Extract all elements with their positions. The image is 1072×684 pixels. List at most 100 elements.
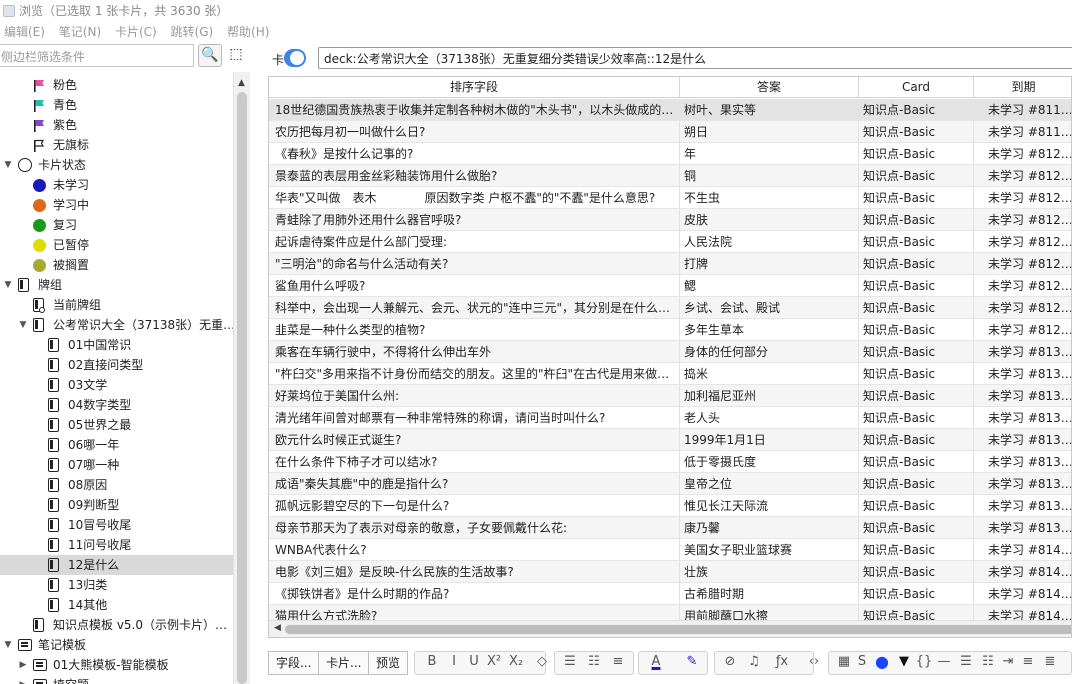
sidebar-item[interactable]: 14其他 <box>0 595 233 615</box>
cards-button[interactable]: 卡片... <box>318 651 370 675</box>
eraser-icon[interactable]: ◇ <box>532 651 552 675</box>
table-row[interactable]: 好莱坞位于美国什么州: 加利福尼亚州 知识点-Basic 未学习 #81352 <box>269 385 1071 407</box>
sidebar-item[interactable]: 03文学 <box>0 375 233 395</box>
sidebar-search-input[interactable]: 侧边栏筛选条件 <box>0 44 194 67</box>
table-row[interactable]: 母亲节那天为了表示对母亲的敬意，子女要佩戴什么花: 康乃馨 知识点-Basic 未学习… <box>269 517 1071 539</box>
chevron-down-icon[interactable]: ▼ <box>18 315 28 335</box>
table-scroll-thumb[interactable] <box>285 625 1071 634</box>
column-answer[interactable]: 答案 <box>680 77 859 98</box>
sidebar-item[interactable]: 04数字类型 <box>0 395 233 415</box>
chevron-right-icon[interactable]: ▶ <box>18 655 28 675</box>
color-dot-icon[interactable]: ● <box>872 651 892 675</box>
preview-button[interactable]: 预览 <box>368 651 409 675</box>
sidebar-item[interactable]: 紫色 <box>0 115 233 135</box>
menu-cards[interactable]: 卡片(C) <box>111 20 163 40</box>
table-horizontal-scrollbar[interactable]: ◀ <box>269 620 1071 637</box>
numbered-list-icon[interactable]: ☷ <box>584 651 604 675</box>
sidebar-scroll-thumb[interactable] <box>237 92 247 684</box>
chevron-down-icon[interactable]: ▼ <box>3 275 13 295</box>
column-due[interactable]: 到期 <box>974 77 1071 98</box>
bold-icon[interactable]: B <box>422 651 442 675</box>
sidebar-item[interactable]: 无旗标 <box>0 135 233 155</box>
table-row[interactable]: "三明治"的命名与什么活动有关? 打牌 知识点-Basic 未学习 #81274 <box>269 253 1071 275</box>
sidebar-item[interactable]: 学习中 <box>0 195 233 215</box>
table-row[interactable]: 《掷铁饼者》是什么时期的作品? 古希腊时期 知识点-Basic 未学习 #81428 <box>269 583 1071 605</box>
record-icon[interactable]: ♫ <box>744 651 764 675</box>
sidebar-item[interactable]: 12是什么 <box>0 555 233 575</box>
chevron-down-icon[interactable]: ▼ <box>3 155 13 175</box>
sidebar-item[interactable]: 已暂停 <box>0 235 233 255</box>
menu-notes[interactable]: 笔记(N) <box>55 20 107 40</box>
triangle-icon[interactable]: ▼ <box>894 651 914 675</box>
indent-icon[interactable]: ⇥ <box>998 651 1018 675</box>
search-icon[interactable]: 🔍 <box>198 44 222 67</box>
sidebar-item[interactable]: ▼ 公考常识大全（37138张）无重… <box>0 315 233 335</box>
sidebar-item[interactable]: 未学习 <box>0 175 233 195</box>
table-row[interactable]: "杵臼交"多用来指不计身份而结交的朋友。这里的"杵臼"在古代是用来做什… 捣米 知识… <box>269 363 1071 385</box>
fields-button[interactable]: 字段... <box>268 651 320 675</box>
math-icon[interactable]: ƒx <box>772 651 792 675</box>
bullet-list-icon[interactable]: ☰ <box>560 651 580 675</box>
menu-help[interactable]: 帮助(H) <box>223 20 275 40</box>
html-icon[interactable]: ‹› <box>804 651 824 675</box>
sidebar-scrollbar[interactable]: ▲ <box>233 72 250 684</box>
sidebar-item[interactable]: 08原因 <box>0 475 233 495</box>
sidebar-item[interactable]: 07哪一种 <box>0 455 233 475</box>
sidebar-item[interactable]: 09判断型 <box>0 495 233 515</box>
table-row[interactable]: 18世纪德国贵族热衷于收集并定制各种树木做的"木头书"，以木头做成的… 树叶、果实… <box>269 99 1071 121</box>
sidebar-item[interactable]: 复习 <box>0 215 233 235</box>
justify-icon[interactable]: ≣ <box>1040 651 1060 675</box>
menu-edit[interactable]: 编辑(E) <box>0 20 51 40</box>
table-row[interactable]: 韭菜是一种什么类型的植物? 多年生草本 知识点-Basic 未学习 #81284 <box>269 319 1071 341</box>
sidebar-item[interactable]: 11问号收尾 <box>0 535 233 555</box>
table-row[interactable]: 科举中，会出现一人兼解元、会元、状元的"连中三元"，其分别是在什么… 乡试、会试、… <box>269 297 1071 319</box>
braces-icon[interactable]: {} <box>914 651 934 675</box>
align-icon[interactable]: ≡ <box>608 651 628 675</box>
sidebar-item[interactable]: 05世界之最 <box>0 415 233 435</box>
sidebar-item[interactable]: 被搁置 <box>0 255 233 275</box>
table-row[interactable]: 华表"又叫做 表木 原因数字类 户枢不蠹"的"不蠹"是什么意思? 不生虫 知识点-B… <box>269 187 1071 209</box>
text-color-icon[interactable]: A <box>646 651 666 675</box>
sidebar-item[interactable]: 01中国常识 <box>0 335 233 355</box>
sidebar-item[interactable]: 当前牌组 <box>0 295 233 315</box>
scroll-left-icon[interactable]: ◀ <box>274 623 281 633</box>
table-row[interactable]: 欧元什么时候正式诞生? 1999年1月1日 知识点-Basic 未学习 #81369 <box>269 429 1071 451</box>
sidebar-item[interactable]: 13归类 <box>0 575 233 595</box>
highlight-icon[interactable]: ✎ <box>682 651 702 675</box>
menu-go[interactable]: 跳转(G) <box>167 20 220 40</box>
center-icon[interactable]: ≡ <box>1018 651 1038 675</box>
sidebar-item[interactable]: 青色 <box>0 95 233 115</box>
select-mode-icon[interactable]: ⬚ <box>224 44 248 67</box>
browser-search-input[interactable]: deck:公考常识大全（37138张）无重复细分类错误少效率高::12是什么 <box>318 47 1072 69</box>
strikethrough-icon[interactable]: S <box>852 651 872 675</box>
table-row[interactable]: 乘客在车辆行驶中，不得将什么伸出车外 身体的任何部分 知识点-Basic 未学习 #8… <box>269 341 1071 363</box>
sidebar-item[interactable]: ▼ 牌组 <box>0 275 233 295</box>
ul-icon[interactable]: ☰ <box>956 651 976 675</box>
sidebar-item[interactable]: 10冒号收尾 <box>0 515 233 535</box>
sidebar-item[interactable]: 02直接问类型 <box>0 355 233 375</box>
table-icon[interactable]: ▦ <box>834 651 854 675</box>
subscript-icon[interactable]: X₂ <box>506 651 526 675</box>
table-row[interactable]: 农历把每月初一叫做什么日? 朔日 知识点-Basic 未学习 #81186 <box>269 121 1071 143</box>
column-card[interactable]: Card <box>859 77 974 98</box>
column-sort-field[interactable]: 排序字段 <box>269 77 680 98</box>
table-row[interactable]: 成语"秦失其鹿"中的鹿是指什么? 皇帝之位 知识点-Basic 未学习 #81385 <box>269 473 1071 495</box>
table-row[interactable]: WNBA代表什么? 美国女子职业篮球赛 知识点-Basic 未学习 #81405 <box>269 539 1071 561</box>
chevron-down-icon[interactable]: ▼ <box>3 635 13 655</box>
hr-icon[interactable]: — <box>934 651 954 675</box>
scroll-up-icon[interactable]: ▲ <box>238 78 245 88</box>
sidebar-item[interactable]: ▶ 01大熊模板-智能模板 <box>0 655 233 675</box>
table-row[interactable]: 《春秋》是按什么记事的? 年知识点-Basic 未学习 #81223 <box>269 143 1071 165</box>
cards-notes-toggle[interactable] <box>284 49 306 67</box>
table-row[interactable]: 鲨鱼用什么呼吸? 鳃知识点-Basic 未学习 #81278 <box>269 275 1071 297</box>
table-row[interactable]: 起诉虐待案件应是什么部门受理: 人民法院 知识点-Basic 未学习 #81256 <box>269 231 1071 253</box>
italic-icon[interactable]: I <box>444 651 464 675</box>
ol-icon[interactable]: ☷ <box>978 651 998 675</box>
superscript-icon[interactable]: X² <box>484 651 504 675</box>
table-row[interactable]: 景泰蓝的表层用金丝彩釉装饰用什么做胎? 铜知识点-Basic 未学习 #81226 <box>269 165 1071 187</box>
table-row[interactable]: 孤帆远影碧空尽的下一句是什么? 惟见长江天际流 知识点-Basic 未学习 #8138… <box>269 495 1071 517</box>
table-row[interactable]: 电影《刘三姐》是反映-什么民族的生活故事? 壮族 知识点-Basic 未学习 #814… <box>269 561 1071 583</box>
sidebar-item[interactable]: 06哪一年 <box>0 435 233 455</box>
sidebar-item[interactable]: ▶ 填空题 <box>0 675 233 684</box>
sidebar-item[interactable]: 粉色 <box>0 75 233 95</box>
